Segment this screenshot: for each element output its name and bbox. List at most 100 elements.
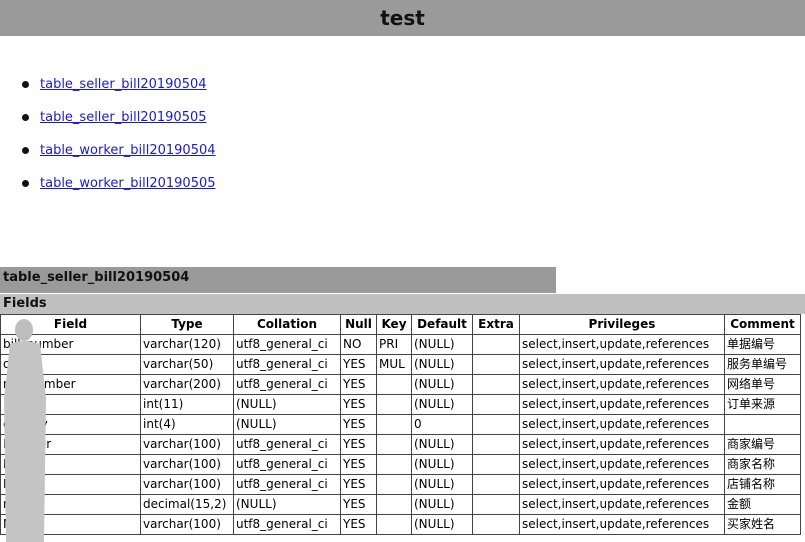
table-link-seller-20190504[interactable]: table_seller_bill20190504 [40, 77, 207, 92]
table-cell: YES [340, 434, 377, 455]
column-header: Key [376, 314, 412, 335]
bullet-icon [22, 147, 29, 154]
table-cell: decimal(15,2) [140, 494, 234, 515]
table-cell [472, 334, 520, 355]
table-cell: (NULL) [411, 334, 473, 355]
column-header: Default [411, 314, 473, 335]
table-cell: 网络单号 [724, 374, 801, 395]
table-cell: 0 [411, 414, 473, 435]
table-row: Name varchar(100) utf8_general_ci YES (NULL)… [0, 454, 801, 475]
table-cell: Name [0, 474, 141, 495]
table-cell: select,insert,update,references [519, 494, 725, 515]
list-item: table_seller_bill20190504 [22, 75, 216, 108]
column-header: Null [340, 314, 377, 335]
table-cell [376, 514, 412, 535]
column-header: Collation [233, 314, 341, 335]
table-cell [376, 374, 412, 395]
table-cell: YES [340, 374, 377, 395]
table-cell [472, 354, 520, 375]
table-cell: utf8_general_ci [233, 474, 341, 495]
table-cell: 服务单编号 [724, 354, 801, 375]
list-item: table_worker_bill20190504 [22, 141, 216, 174]
table-row: Name varchar(100) utf8_general_ci YES (NULL)… [0, 514, 801, 535]
table-cell: select,insert,update,references [519, 334, 725, 355]
database-title: test [380, 6, 425, 30]
table-cell [376, 414, 412, 435]
fields-table: Field Type Collation Null Key Default Ex… [0, 314, 801, 535]
table-cell [724, 414, 801, 435]
table-cell: utf8_general_ci [233, 334, 341, 355]
table-cell: (NULL) [411, 374, 473, 395]
column-header: Extra [472, 314, 520, 335]
table-cell [472, 514, 520, 535]
bullet-icon [22, 180, 29, 187]
table-cell: varchar(100) [140, 454, 234, 475]
table-cell: int(11) [140, 394, 234, 415]
table-cell: YES [340, 414, 377, 435]
table-link-seller-20190505[interactable]: table_seller_bill20190505 [40, 110, 207, 125]
table-cell: NO [340, 334, 377, 355]
table-cell: varchar(100) [140, 434, 234, 455]
table-cell: int(4) [140, 414, 234, 435]
table-cell: utf8_general_ci [233, 434, 341, 455]
table-link-list: table_seller_bill20190504 table_seller_b… [22, 75, 216, 207]
table-cell: 店铺名称 [724, 474, 801, 495]
table-cell: utf8_general_ci [233, 454, 341, 475]
table-cell [472, 414, 520, 435]
table-cell: select,insert,update,references [519, 474, 725, 495]
table-cell: (NULL) [411, 474, 473, 495]
table-row: bill_number varchar(120) utf8_general_ci NO… [0, 334, 801, 355]
table-row: Name varchar(100) utf8_general_ci YES (NULL)… [0, 474, 801, 495]
table-row: int(11) (NULL) YES (NULL) select,insert,upda… [0, 394, 801, 415]
column-header: Field [0, 314, 141, 335]
table-heading: table_seller_bill20190504 [0, 267, 556, 293]
table-cell: 单据编号 [724, 334, 801, 355]
table-cell: (NULL) [411, 394, 473, 415]
table-cell: bill_number [0, 334, 141, 355]
table-cell: Name [0, 454, 141, 475]
table-cell: (NULL) [233, 394, 341, 415]
table-cell [0, 394, 141, 415]
table-cell: utf8_general_ci [233, 514, 341, 535]
table-cell: 商家编号 [724, 434, 801, 455]
table-link-worker-20190504[interactable]: table_worker_bill20190504 [40, 143, 216, 158]
table-cell: select,insert,update,references [519, 374, 725, 395]
table-cell: net_number [0, 374, 141, 395]
table-cell: varchar(120) [140, 334, 234, 355]
table-cell: utf8_general_ci [233, 354, 341, 375]
table-cell: order [0, 354, 141, 375]
database-header: test [0, 0, 805, 36]
table-cell: YES [340, 474, 377, 495]
table-cell: (NULL) [411, 514, 473, 535]
table-cell: select,insert,update,references [519, 454, 725, 475]
table-row: directly int(4) (NULL) YES 0 select,insert,up… [0, 414, 801, 435]
table-cell: varchar(100) [140, 514, 234, 535]
bullet-icon [22, 114, 29, 121]
table-cell: YES [340, 454, 377, 475]
table-cell: select,insert,update,references [519, 354, 725, 375]
table-cell [472, 394, 520, 415]
table-row: Number varchar(100) utf8_general_ci YES (NUL… [0, 434, 801, 455]
table-cell: 金额 [724, 494, 801, 515]
table-body: bill_number varchar(120) utf8_general_ci NO… [0, 334, 801, 535]
table-cell: directly [0, 414, 141, 435]
table-cell: select,insert,update,references [519, 514, 725, 535]
table-cell [472, 494, 520, 515]
table-cell: Number [0, 434, 141, 455]
table-row: net_number varchar(200) utf8_general_ci YES… [0, 374, 801, 395]
table-cell [376, 474, 412, 495]
list-item: table_worker_bill20190505 [22, 174, 216, 207]
table-link-worker-20190505[interactable]: table_worker_bill20190505 [40, 176, 216, 191]
bullet-icon [22, 81, 29, 88]
table-cell: select,insert,update,references [519, 414, 725, 435]
table-cell: utf8_general_ci [233, 374, 341, 395]
table-cell: MUL [376, 354, 412, 375]
table-cell [376, 394, 412, 415]
table-cell [376, 454, 412, 475]
fields-label: Fields [0, 294, 805, 314]
column-header: Type [140, 314, 234, 335]
column-header: Privileges [519, 314, 725, 335]
table-cell: varchar(200) [140, 374, 234, 395]
table-cell: select,insert,update,references [519, 434, 725, 455]
table-cell: (NULL) [411, 354, 473, 375]
